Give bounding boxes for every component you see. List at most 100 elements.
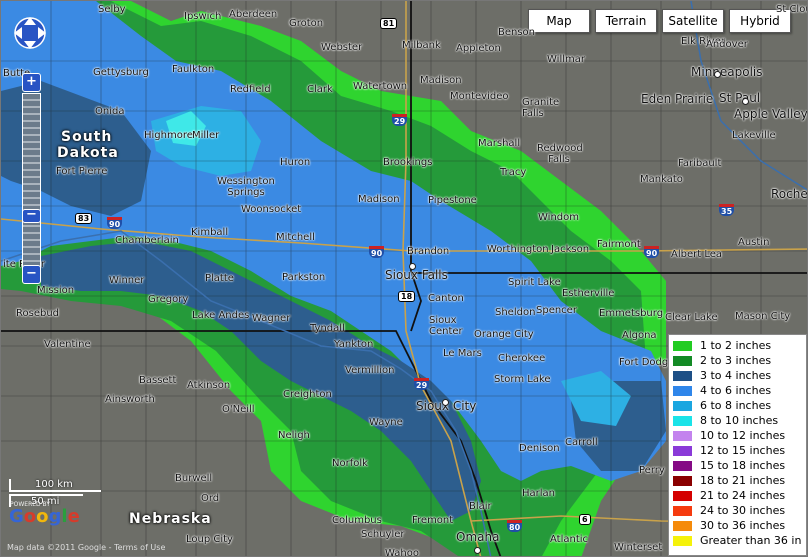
city-label: Platte [205, 273, 234, 284]
city-label: Webster [321, 42, 363, 53]
city-label: Jackson [551, 244, 590, 255]
legend-swatch [673, 370, 692, 381]
legend-item: 12 to 15 inches [669, 443, 806, 458]
city-label: Miller [192, 130, 220, 141]
city-label: Brandon [407, 246, 450, 257]
city-label: Marshall [478, 138, 521, 149]
map-type-terrain-button[interactable]: Terrain [595, 9, 657, 33]
city-label: Winterset [614, 542, 663, 553]
city-label: Vermillion [345, 365, 395, 376]
city-dot [742, 98, 749, 105]
city-label: Selby [98, 4, 126, 15]
city-label: Mankato [640, 174, 683, 185]
city-label: Bassett [139, 375, 177, 386]
city-label: Carroll [565, 437, 598, 448]
city-label-sioux-falls: Sioux Falls [385, 268, 448, 282]
city-label: Mission [37, 285, 75, 296]
city-label: Tracy [500, 167, 527, 178]
legend-item: 8 to 10 inches [669, 413, 806, 428]
legend-label: 15 to 18 inches [700, 459, 786, 472]
city-label: Clear Lake [665, 312, 718, 323]
zoom-slider-track[interactable] [22, 93, 41, 271]
pan-control[interactable] [10, 13, 50, 53]
city-label: Valentine [44, 339, 91, 350]
city-label: Orange City [474, 329, 534, 340]
google-logo[interactable]: Google [9, 506, 80, 527]
city-dot [474, 547, 481, 554]
zoom-out-button[interactable]: − [22, 265, 41, 284]
map-attribution[interactable]: Map data ©2011 Google - Terms of Use [7, 543, 165, 552]
city-label: Wahoo [385, 548, 419, 557]
legend-label: 30 to 36 inches [700, 519, 786, 532]
legend-swatch [673, 520, 692, 531]
legend-swatch [673, 415, 692, 426]
city-label: Madison [358, 194, 400, 205]
city-label: Wessington Springs [217, 176, 275, 198]
city-label: Burwell [175, 473, 213, 484]
city-label: Milbank [402, 40, 441, 51]
city-label: Mason City [735, 311, 791, 322]
city-label: Gettysburg [93, 67, 149, 78]
us-83-shield: 83 [75, 213, 93, 224]
city-label: Pipestone [428, 195, 477, 206]
city-label: Parkston [282, 272, 326, 283]
city-label: Redfield [230, 84, 271, 95]
city-label: Atlantic [550, 534, 589, 545]
city-label: Lake Andes [192, 310, 250, 321]
city-label: Le Mars [443, 348, 482, 359]
city-label: Gregory [148, 294, 189, 305]
zoom-in-button[interactable]: + [22, 73, 41, 92]
city-label: Cherokee [498, 353, 546, 364]
snowfall-map[interactable]: Map Terrain Satellite Hybrid South Dakot… [0, 0, 808, 557]
legend-label: 8 to 10 inches [700, 414, 779, 427]
interstate-80-shield: 80 [507, 520, 523, 532]
legend-item: 30 to 36 inches [669, 518, 806, 533]
city-label: Ord [201, 493, 220, 504]
snowfall-legend: 1 to 2 inches 2 to 3 inches 3 to 4 inches 4… [668, 334, 807, 556]
zoom-slider-handle[interactable]: − [22, 208, 41, 223]
legend-item: 2 to 3 inches [669, 353, 806, 368]
city-label: Brookings [383, 157, 433, 168]
us-6-shield: 6 [579, 514, 591, 525]
city-label: Granite Falls [522, 97, 560, 119]
city-label: Faulkton [172, 64, 215, 75]
map-type-map-button[interactable]: Map [528, 9, 590, 33]
legend-swatch [673, 430, 692, 441]
legend-swatch [673, 475, 692, 486]
city-label: Worthington [487, 244, 549, 255]
city-label: Blair [469, 501, 492, 512]
city-label-st-paul: St Paul [719, 91, 761, 105]
legend-item: Greater than 36 in [669, 533, 806, 548]
legend-label: 4 to 6 inches [700, 384, 772, 397]
legend-swatch [673, 385, 692, 396]
city-label: Tyndall [310, 323, 345, 334]
legend-label: 3 to 4 inches [700, 369, 772, 382]
city-label: Albert Lea [671, 249, 723, 260]
city-label: Austin [738, 237, 770, 248]
city-label: Apple Valley [734, 107, 808, 121]
legend-label: 21 to 24 inches [700, 489, 786, 502]
city-label: Clark [307, 84, 333, 95]
city-label: Denison [519, 443, 560, 454]
legend-swatch [673, 445, 692, 456]
city-label: Huron [280, 157, 311, 168]
city-label: Willmar [547, 54, 585, 65]
legend-swatch [673, 340, 692, 351]
city-label: Highmore [144, 130, 193, 141]
city-label: Emmetsburg [599, 308, 664, 319]
legend-label: 10 to 12 inches [700, 429, 786, 442]
city-label: Chamberlain [115, 235, 179, 246]
city-label: Windom [538, 212, 579, 223]
city-label: Columbus [332, 515, 382, 526]
legend-item: 15 to 18 inches [669, 458, 806, 473]
legend-item: 1 to 2 inches [669, 338, 806, 353]
map-type-satellite-button[interactable]: Satellite [662, 9, 724, 33]
city-label: Sioux [429, 315, 457, 326]
legend-label: 24 to 30 inches [700, 504, 786, 517]
city-label: Harlan [522, 488, 556, 499]
city-label: Wagner [252, 313, 291, 324]
city-label: Groton [289, 18, 324, 29]
city-label: Storm Lake [494, 374, 551, 385]
state-label-south: South [61, 129, 113, 145]
city-label: Sheldon [495, 307, 536, 318]
